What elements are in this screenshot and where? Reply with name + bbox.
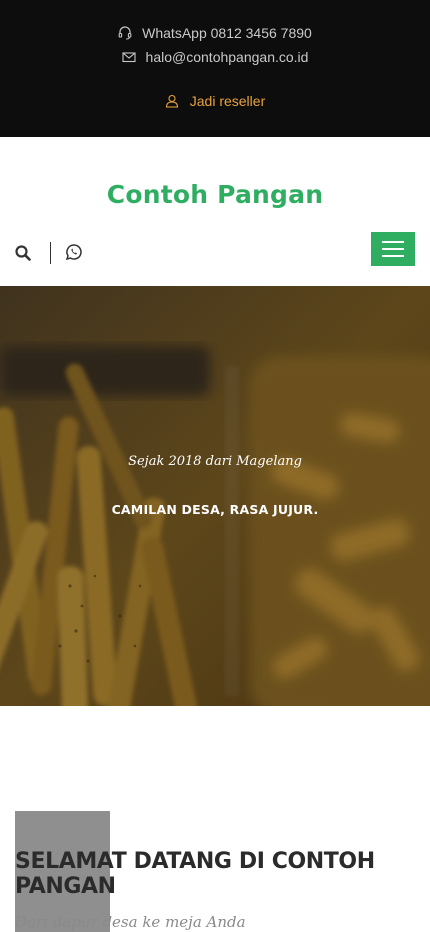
email-contact-text: halo@contohpangan.co.id — [145, 49, 309, 65]
reseller-text: Jadi reseller — [189, 93, 266, 109]
hero-title: CAMILAN DESA, RASA JUJUR. — [111, 502, 319, 517]
hamburger-menu-button[interactable] — [371, 232, 415, 266]
top-contact-bar: WhatsApp 0812 3456 7890 halo@contohpanga… — [0, 0, 430, 137]
whatsapp-contact-link[interactable]: WhatsApp 0812 3456 7890 — [0, 25, 430, 41]
reseller-link[interactable]: Jadi reseller — [0, 93, 430, 109]
email-contact-link[interactable]: halo@contohpangan.co.id — [0, 49, 430, 65]
envelope-icon — [121, 50, 136, 64]
site-logo-title[interactable]: Contoh Pangan — [0, 180, 430, 209]
hero-overlay — [0, 286, 430, 706]
whatsapp-icon[interactable] — [65, 243, 83, 261]
tool-divider — [50, 242, 51, 264]
hero-banner: Sejak 2018 dari Magelang CAMILAN DESA, R… — [0, 286, 430, 706]
hamburger-line — [382, 241, 404, 243]
user-icon — [165, 94, 179, 108]
hamburger-line — [382, 255, 404, 257]
search-icon[interactable] — [14, 244, 32, 262]
hamburger-line — [382, 248, 404, 250]
whatsapp-contact-text: WhatsApp 0812 3456 7890 — [142, 25, 312, 41]
header-tool-row — [0, 232, 430, 272]
welcome-heading: SELAMAT DATANG DI CONTOH PANGAN — [15, 849, 375, 899]
headset-icon — [118, 26, 132, 40]
welcome-tagline: Dari dapur desa ke meja Anda — [15, 913, 246, 931]
hero-subtitle: Sejak 2018 dari Magelang — [128, 454, 302, 469]
